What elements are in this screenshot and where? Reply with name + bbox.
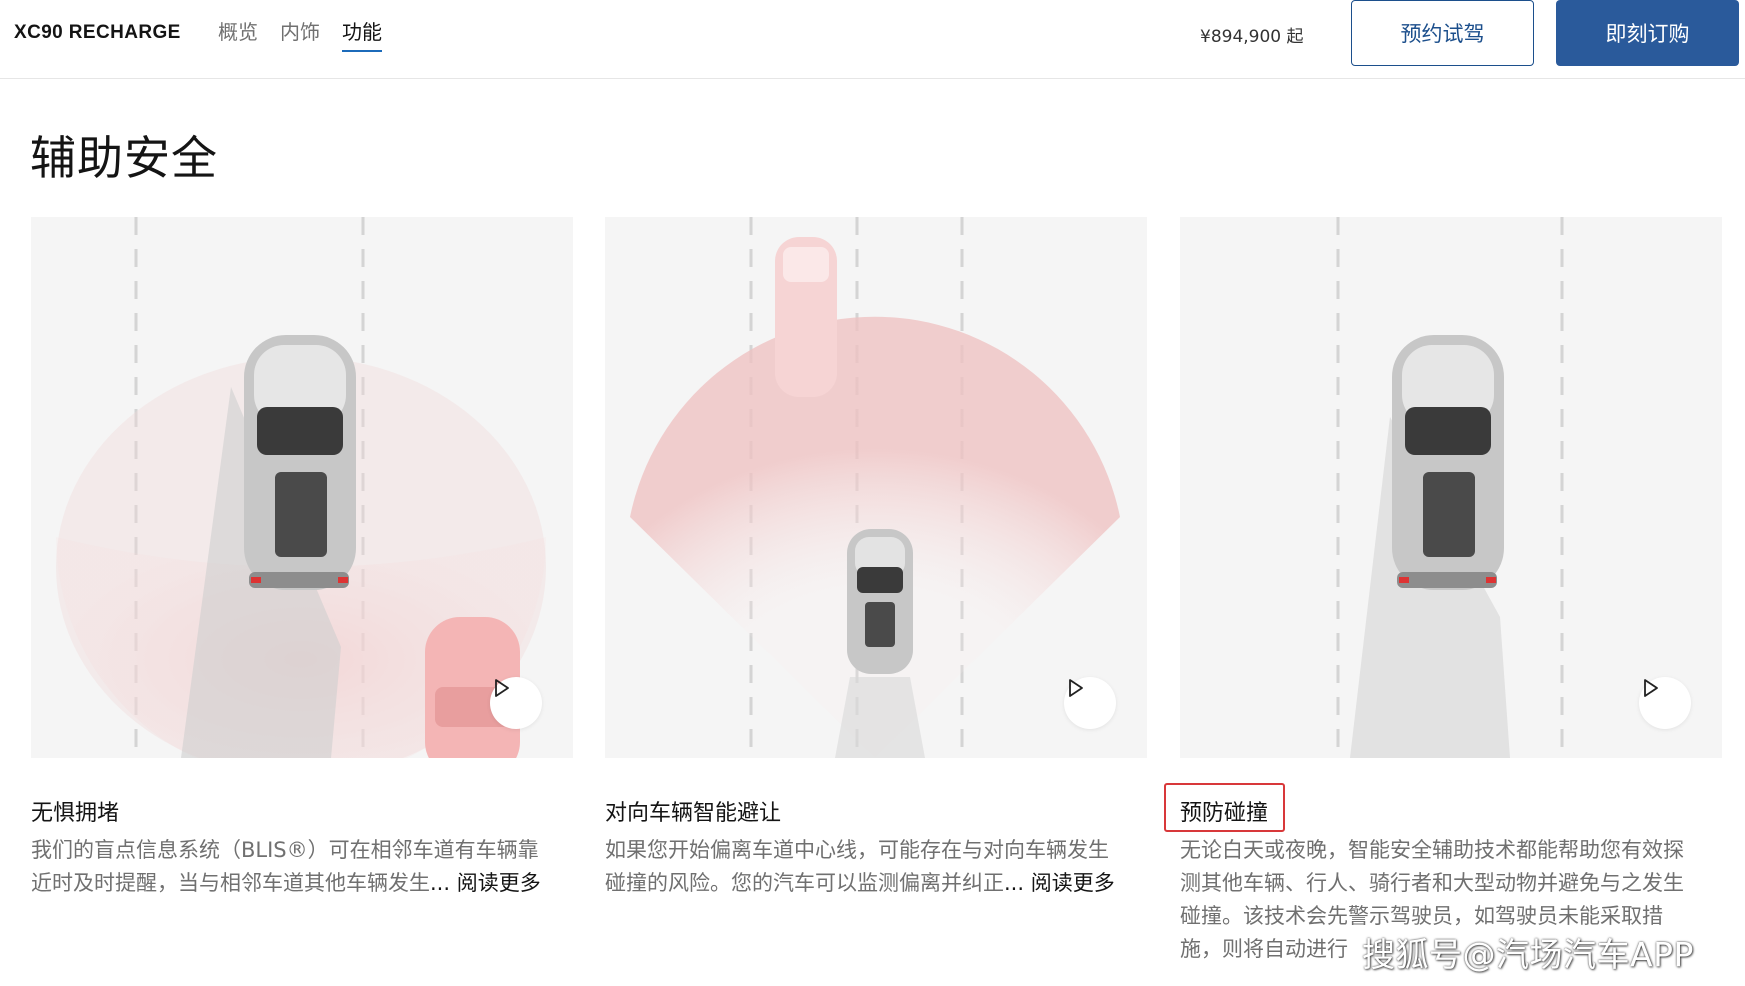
section-nav: 概览 内饰 功能 [218,18,382,52]
feature-video-thumbnail[interactable] [31,217,573,758]
play-icon [1644,679,1658,697]
price-label: ¥894,900 起 [1200,27,1304,47]
feature-card-collision-prevention: 预防碰撞 无论白天或夜晚，智能安全辅助技术都能帮助您有效探 测其他车辆、行人、骑… [1164,217,1722,961]
tab-overview[interactable]: 概览 [218,18,258,52]
watermark-text: 搜狐号@汽场汽车APP [1362,935,1694,974]
test-drive-button[interactable]: 预约试驾 [1351,0,1534,66]
tab-features[interactable]: 功能 [342,18,382,52]
play-video-button[interactable] [1064,677,1116,729]
desc-line: 如果您开始偏离车道中心线，可能存在与对向车辆发生 [605,838,1109,862]
card-title: 对向车辆智能避让 [605,801,782,826]
read-more-link[interactable]: ... 阅读更多 [430,871,541,895]
desc-line: 我们的盲点信息系统（BLIS®）可在相邻车道有车辆靠 [31,838,539,862]
card-description: 如果您开始偏离车道中心线，可能存在与对向车辆发生 碰撞的风险。您的汽车可以监测偏… [605,834,1149,900]
play-icon [1069,679,1083,697]
card-description: 我们的盲点信息系统（BLIS®）可在相邻车道有车辆靠 近时及时提醒，当与相邻车道… [31,834,575,900]
feature-card-blis: 无惧拥堵 我们的盲点信息系统（BLIS®）可在相邻车道有车辆靠 近时及时提醒，当… [31,217,573,895]
order-now-button[interactable]: 即刻订购 [1556,0,1739,66]
read-more-link[interactable]: ... 阅读更多 [1004,871,1115,895]
top-navigation-bar: XC90 RECHARGE 概览 内饰 功能 ¥894,900 起 预约试驾 即… [0,0,1745,79]
desc-line: 测其他车辆、行人、骑行者和大型动物并避免与之发生 [1180,871,1684,895]
desc-line: 碰撞的风险。您的汽车可以监测偏离并纠正 [605,871,1004,895]
tab-interior[interactable]: 内饰 [280,18,320,52]
desc-line: 无论白天或夜晚，智能安全辅助技术都能帮助您有效探 [1180,838,1684,862]
feature-video-thumbnail[interactable] [605,217,1147,758]
model-name[interactable]: XC90 RECHARGE [14,22,181,44]
card-title: 无惧拥堵 [31,801,120,826]
play-video-button[interactable] [490,677,542,729]
feature-video-thumbnail[interactable] [1180,217,1722,758]
section-title: 辅助安全 [30,131,218,185]
feature-card-oncoming: 对向车辆智能避让 如果您开始偏离车道中心线，可能存在与对向车辆发生 碰撞的风险。… [605,217,1147,895]
highlight-annotation [1164,783,1285,832]
play-icon [495,679,509,697]
desc-line: 近时及时提醒，当与相邻车道其他车辆发生 [31,871,430,895]
play-video-button[interactable] [1639,677,1691,729]
card-title-highlighted: 预防碰撞 [1164,783,1285,832]
